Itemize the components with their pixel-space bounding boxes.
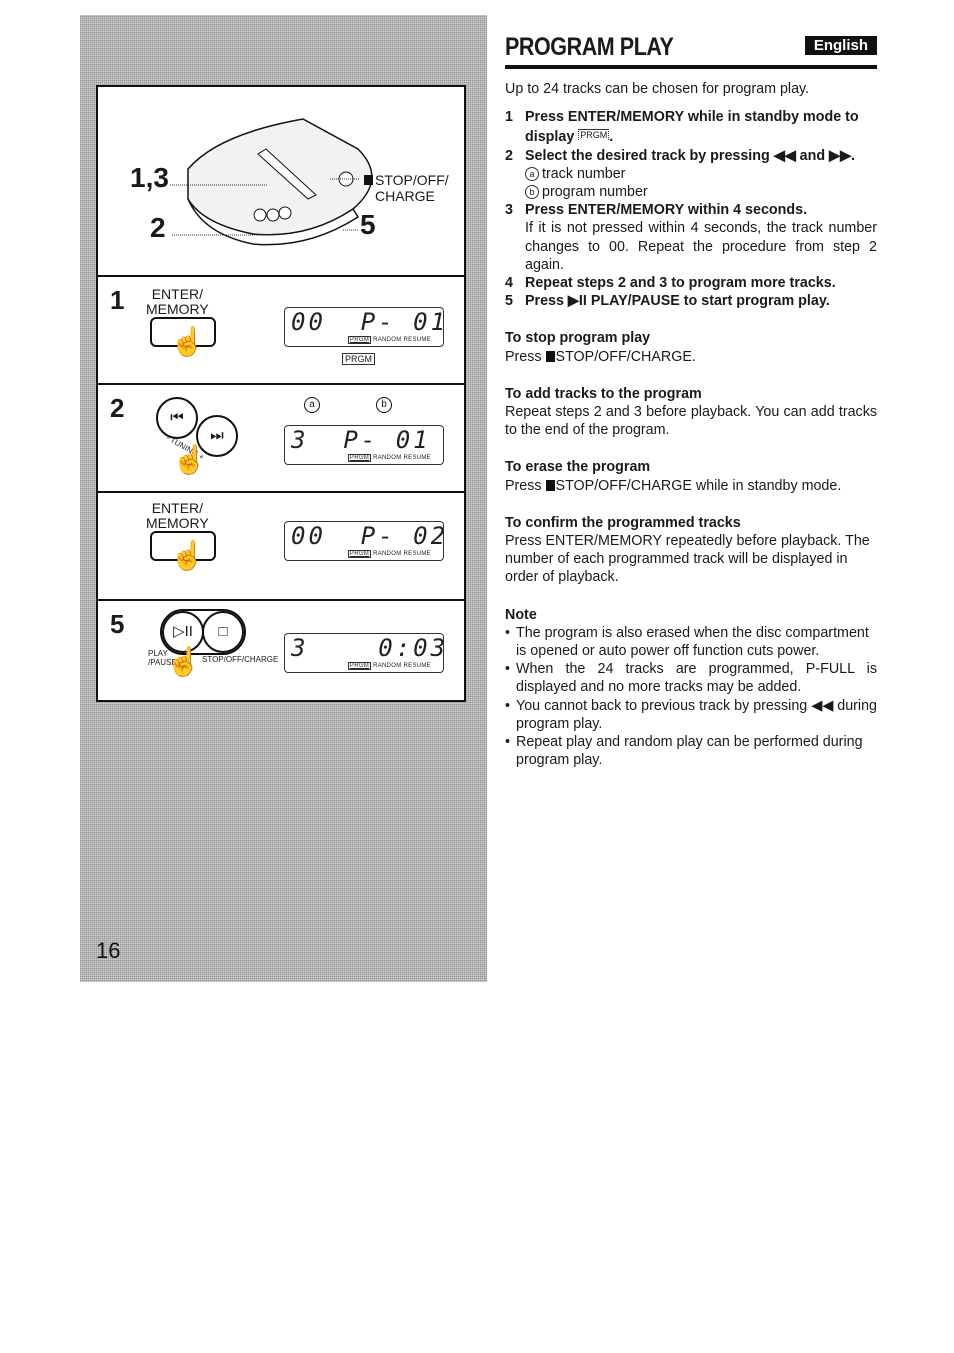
pressing-finger-icon: ☝ [170, 326, 205, 357]
note-item: Repeat play and random play can be perfo… [505, 733, 877, 769]
note-list: The program is also erased when the disc… [505, 624, 877, 770]
step-1: 1 Press ENTER/MEMORY while in standby mo… [505, 109, 859, 146]
pressing-finger-icon: ☝ [166, 646, 201, 677]
lcd-display: 3 P- 01 PRGM RANDOM RESUME [284, 425, 444, 465]
marker-a: a [304, 397, 320, 413]
instructions-column: PROGRAM PLAY English Up to 24 tracks can… [505, 33, 877, 770]
stop-square-icon [545, 479, 555, 491]
page-number: 16 [96, 938, 121, 963]
language-badge: English [804, 36, 877, 55]
lcd-indicators: PRGM RANDOM RESUME [347, 550, 431, 558]
panel-step-1: 1 ENTER/ MEMORY ☝ 00 P- 01 PRGM RANDOM R… [98, 275, 464, 385]
header: PROGRAM PLAY English [505, 33, 877, 63]
stop-square-icon [545, 350, 555, 362]
note-item: The program is also erased when the disc… [505, 624, 877, 660]
marker-a-icon: a [525, 166, 539, 181]
stop-square-icon [364, 175, 373, 185]
prgm-indicator-icon: PRGM [578, 129, 610, 141]
lcd-digits: 3 P- 01 [291, 426, 431, 454]
stop-button: □ [202, 611, 244, 653]
panel-step-3: ENTER/ MEMORY ☝ 00 P- 02 PRGM RANDOM RES… [98, 491, 464, 601]
step-5: 5 Press ▶II PLAY/PAUSE to start program … [505, 293, 830, 310]
panel-step-number: 2 [110, 393, 125, 423]
step-3: 3 Press ENTER/MEMORY within 4 seconds. I… [505, 202, 877, 273]
note-section: Note The program is also erased when the… [505, 606, 877, 770]
step-2-item-a: a track number [525, 165, 877, 183]
section-stop-program: To stop program play Press STOP/OFF/CHAR… [505, 330, 696, 365]
previous-track-button: ⏮ [156, 397, 198, 439]
note-item: When the 24 tracks are programmed, P-FUL… [505, 660, 877, 696]
marker-b-icon: b [525, 185, 539, 200]
step-2: 2 Select the desired track by pressing ◀… [505, 147, 877, 202]
step-4: 4 Repeat steps 2 and 3 to program more t… [505, 275, 836, 292]
player-overview: 1,3 2 5 STOP/OFF/ CHARGE [98, 87, 464, 277]
title-rule [505, 65, 877, 69]
lcd-display: 00 P- 01 PRGM RANDOM RESUME [284, 307, 445, 347]
instruction-figure: 1,3 2 5 STOP/OFF/ CHARGE 1 ENTER/ MEMORY… [96, 85, 466, 702]
lcd-indicators: PRGM RANDOM RESUME [347, 454, 431, 462]
pressing-finger-icon: ☝ [172, 444, 207, 475]
lcd-display: 00 P- 02 PRGM RANDOM RESUME [284, 521, 445, 561]
enter-memory-label: ENTER/ MEMORY [146, 500, 209, 531]
note-item: You cannot back to previous track by pre… [505, 697, 877, 733]
lcd-digits: 3 0:03 [291, 634, 449, 662]
panel-step-number: 5 [110, 609, 125, 639]
lcd-digits: 00 P- 02 [291, 522, 449, 550]
page-title: PROGRAM PLAY [505, 33, 674, 61]
lcd-digits: 00 P- 01 [291, 308, 449, 336]
prgm-indicator: PRGM [342, 353, 375, 365]
section-confirm-tracks: To confirm the programmed tracks Press E… [505, 514, 870, 586]
section-erase-program: To erase the program Press STOP/OFF/CHAR… [505, 459, 842, 494]
lcd-indicators: PRGM RANDOM RESUME [347, 336, 431, 344]
section-add-tracks: To add tracks to the program Repeat step… [505, 385, 877, 439]
intro-text: Up to 24 tracks can be chosen for progra… [505, 81, 810, 97]
lcd-display: 3 0:03 PRGM RANDOM RESUME [284, 633, 445, 673]
pressing-finger-icon: ☝ [170, 540, 205, 571]
enter-memory-label: ENTER/ MEMORY [146, 286, 209, 317]
panel-step-2: 2 ⏮ ⏭ - TUNING + ☝ a b 3 P- 01 PRGM RAND… [98, 383, 464, 493]
stop-off-charge-label: STOP/OFF/ CHARGE [364, 172, 449, 204]
step-2-item-b: b program number [525, 183, 877, 201]
panel-step-5: 5 ▷II □ PLAY/PAUSE STOP/OFF/CHARGE ☝ 3 0… [98, 599, 464, 702]
marker-b: b [376, 397, 392, 413]
lcd-indicators: PRGM RANDOM RESUME [347, 662, 431, 670]
stop-off-charge-small-label: STOP/OFF/CHARGE [202, 655, 279, 664]
panel-step-number: 1 [110, 285, 125, 315]
